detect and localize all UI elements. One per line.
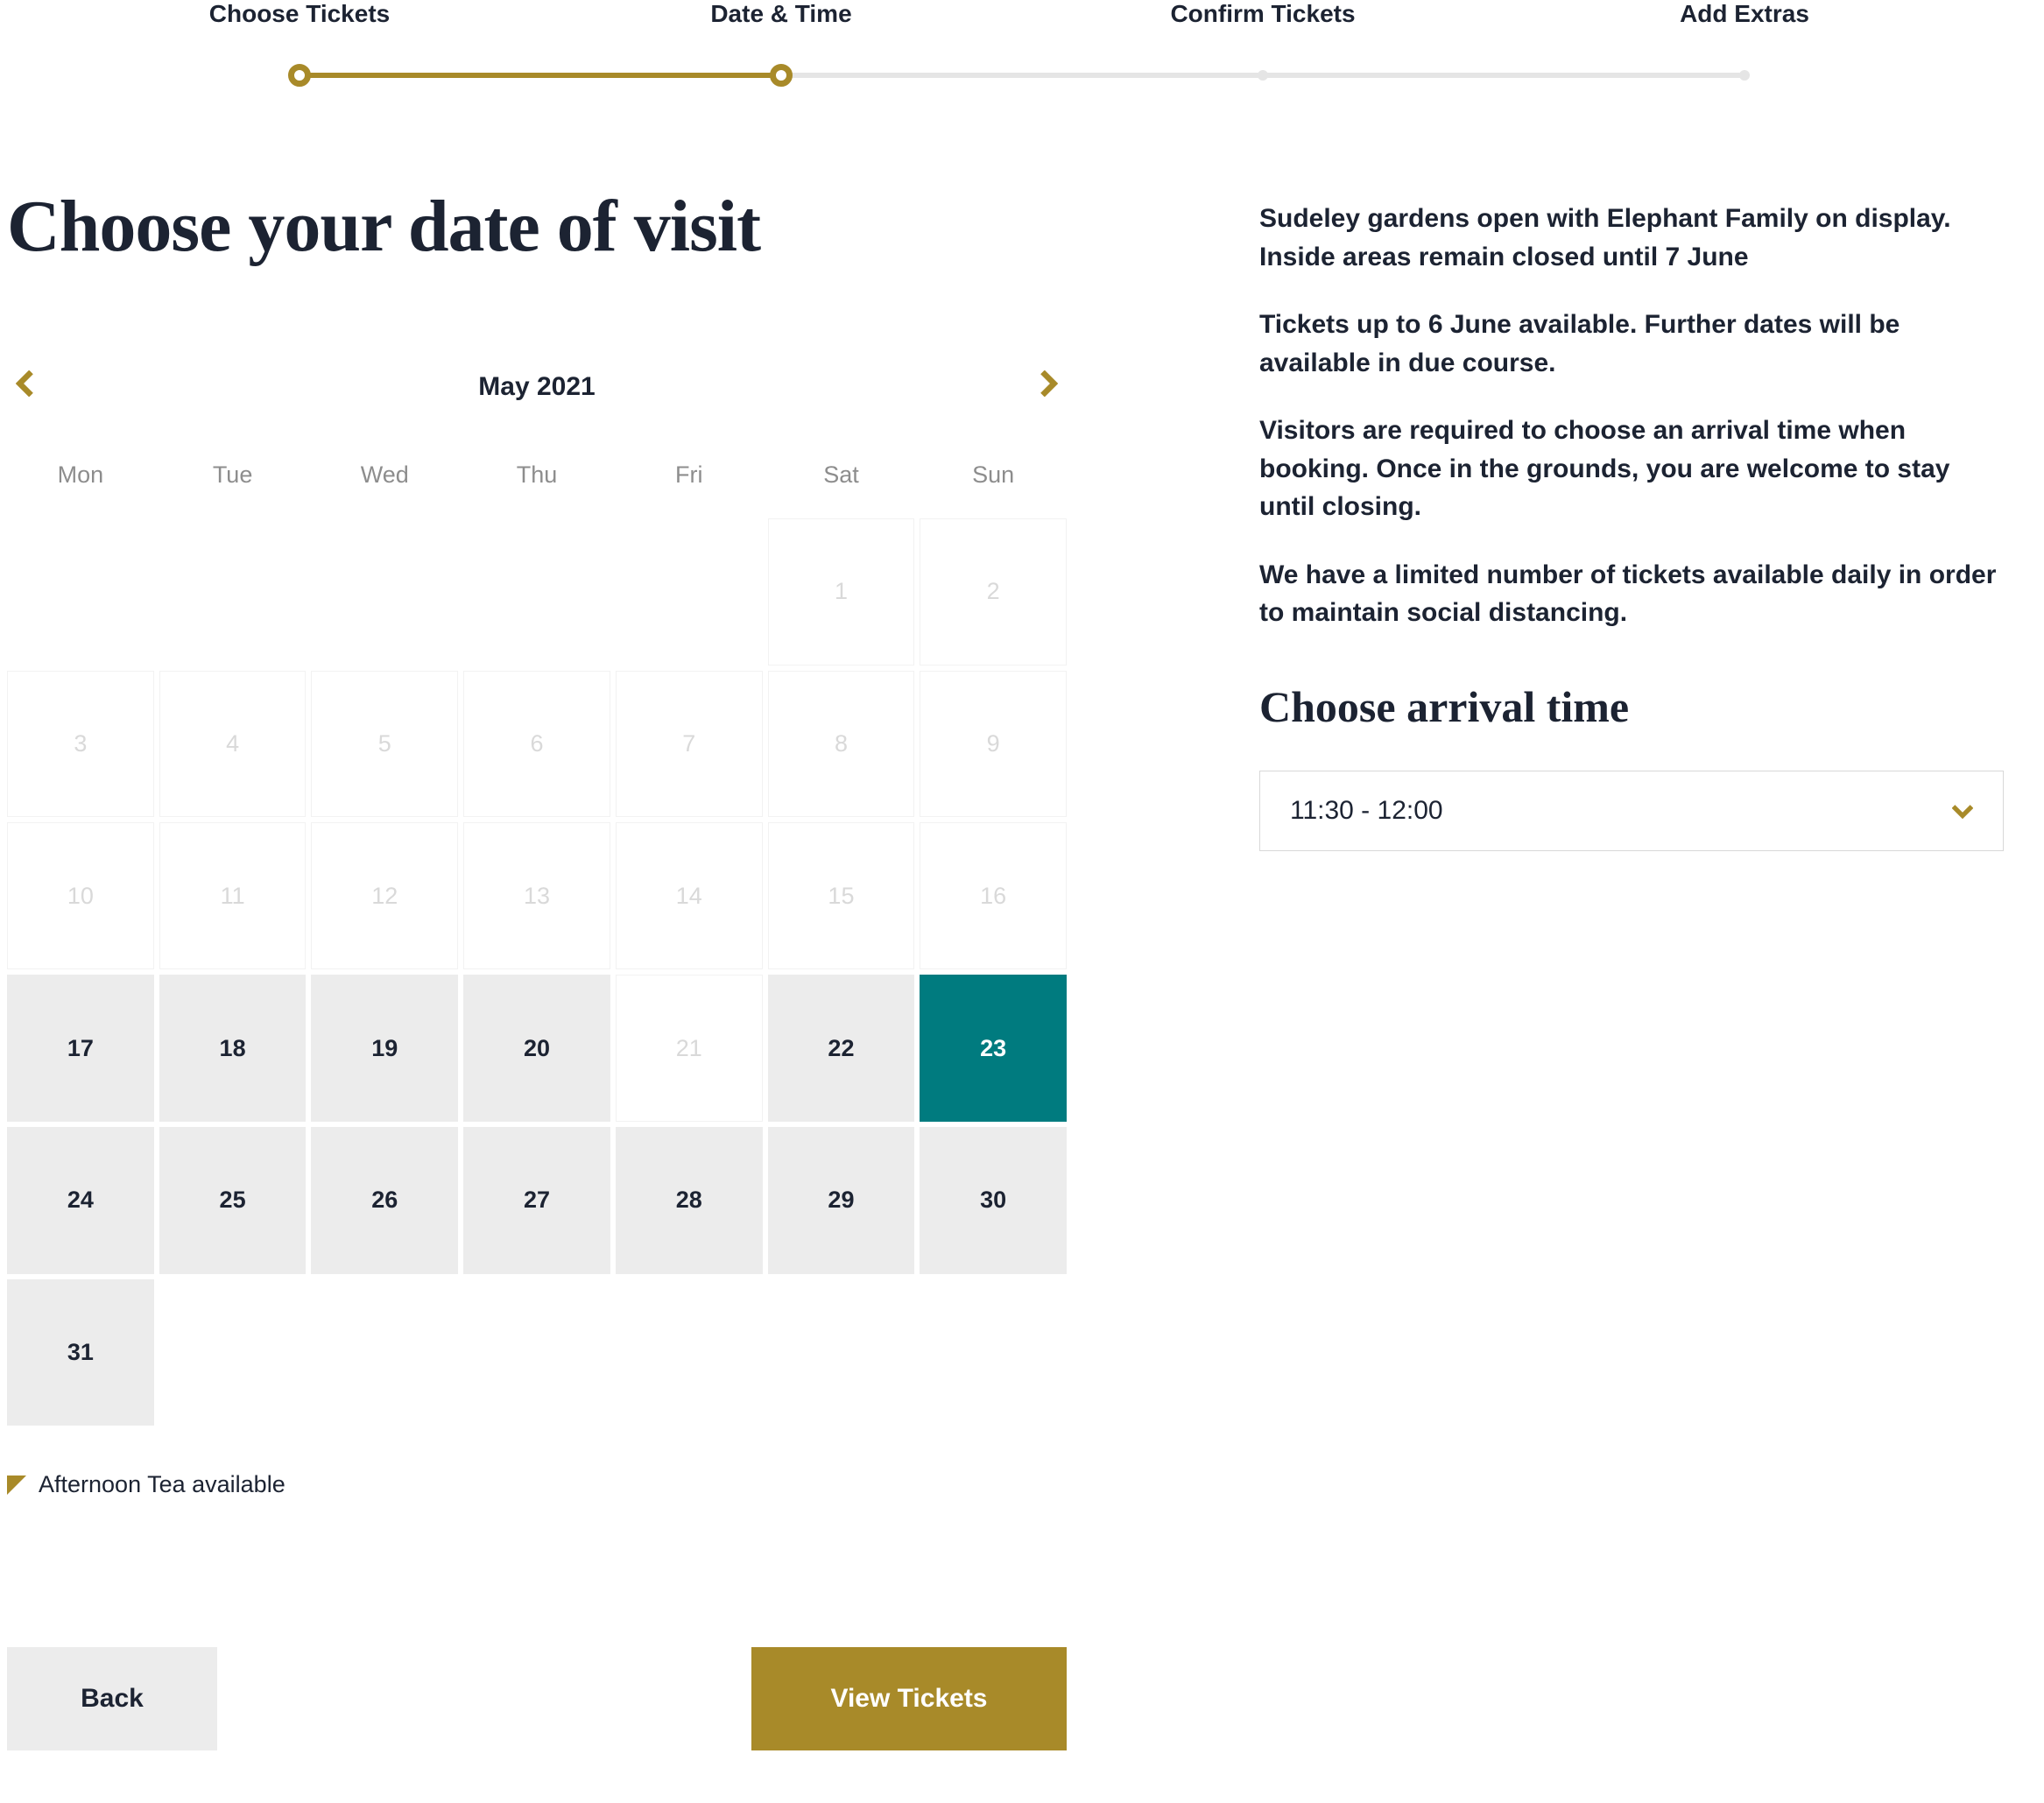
calendar-day-20[interactable]: 20 xyxy=(463,975,610,1122)
step-date-time: Date & Time xyxy=(540,0,1022,28)
calendar-day-29[interactable]: 29 xyxy=(768,1127,915,1274)
calendar-day-13: 13 xyxy=(463,822,610,969)
calendar-day-26[interactable]: 26 xyxy=(311,1127,458,1274)
calendar-month-label: May 2021 xyxy=(478,372,595,402)
calendar-blank xyxy=(311,518,458,666)
calendar-day-8: 8 xyxy=(768,671,915,818)
calendar-day-31[interactable]: 31 xyxy=(7,1279,154,1426)
step-confirm: Confirm Tickets xyxy=(1022,0,1504,28)
calendar-day-24[interactable]: 24 xyxy=(7,1127,154,1274)
step-dot-1 xyxy=(288,64,311,87)
info-paragraph: We have a limited number of tickets avai… xyxy=(1259,556,2004,632)
calendar-day-22[interactable]: 22 xyxy=(768,975,915,1122)
step-dot-4 xyxy=(1739,70,1750,81)
calendar-next-icon[interactable] xyxy=(1032,365,1067,409)
calendar-day-5: 5 xyxy=(311,671,458,818)
calendar-dow: Tue xyxy=(159,461,307,513)
calendar-day-30[interactable]: 30 xyxy=(920,1127,1067,1274)
calendar-day-23[interactable]: 23 xyxy=(920,975,1067,1122)
progress-bar: Choose Tickets Date & Time Confirm Ticke… xyxy=(59,0,1985,79)
calendar-day-14: 14 xyxy=(616,822,763,969)
calendar-day-27[interactable]: 27 xyxy=(463,1127,610,1274)
calendar-dow: Fri xyxy=(616,461,763,513)
info-paragraph: Tickets up to 6 June available. Further … xyxy=(1259,306,2004,382)
calendar-dow: Mon xyxy=(7,461,154,513)
calendar-day-17[interactable]: 17 xyxy=(7,975,154,1122)
calendar-dow: Sun xyxy=(920,461,1067,513)
calendar-day-6: 6 xyxy=(463,671,610,818)
step-dot-2 xyxy=(770,64,793,87)
calendar-day-18[interactable]: 18 xyxy=(159,975,307,1122)
calendar-blank xyxy=(159,518,307,666)
info-paragraph: Sudeley gardens open with Elephant Famil… xyxy=(1259,200,2004,276)
calendar-grid: MonTueWedThuFriSatSun1234567891011121314… xyxy=(7,461,1067,1426)
info-paragraph: Visitors are required to choose an arriv… xyxy=(1259,412,2004,526)
step-dot-3 xyxy=(1258,70,1268,81)
afternoon-tea-icon xyxy=(7,1476,26,1495)
calendar-day-7: 7 xyxy=(616,671,763,818)
page-title: Choose your date of visit xyxy=(7,184,1067,269)
calendar-day-2: 2 xyxy=(920,518,1067,666)
calendar-day-3: 3 xyxy=(7,671,154,818)
step-choose-tickets: Choose Tickets xyxy=(59,0,540,28)
calendar-day-9: 9 xyxy=(920,671,1067,818)
calendar-blank xyxy=(463,518,610,666)
calendar-blank xyxy=(616,518,763,666)
calendar-prev-icon[interactable] xyxy=(7,365,42,409)
step-add-extras: Add Extras xyxy=(1504,0,1985,28)
calendar-day-19[interactable]: 19 xyxy=(311,975,458,1122)
arrival-time-value: 11:30 - 12:00 xyxy=(1290,796,1443,826)
calendar-day-15: 15 xyxy=(768,822,915,969)
calendar-day-4: 4 xyxy=(159,671,307,818)
calendar-day-16: 16 xyxy=(920,822,1067,969)
calendar-day-28[interactable]: 28 xyxy=(616,1127,763,1274)
view-tickets-button[interactable]: View Tickets xyxy=(751,1647,1067,1750)
calendar-day-10: 10 xyxy=(7,822,154,969)
calendar-day-12: 12 xyxy=(311,822,458,969)
calendar-day-21: 21 xyxy=(616,975,763,1122)
back-button[interactable]: Back xyxy=(7,1647,217,1750)
calendar-day-1: 1 xyxy=(768,518,915,666)
calendar-dow: Thu xyxy=(463,461,610,513)
legend: Afternoon Tea available xyxy=(7,1471,1067,1498)
legend-label: Afternoon Tea available xyxy=(39,1471,285,1498)
info-text: Sudeley gardens open with Elephant Famil… xyxy=(1259,200,2004,632)
calendar-dow: Wed xyxy=(311,461,458,513)
calendar-day-11: 11 xyxy=(159,822,307,969)
arrival-time-select[interactable]: 11:30 - 12:00 xyxy=(1259,771,2004,851)
chevron-down-icon xyxy=(1952,797,1973,825)
calendar-blank xyxy=(7,518,154,666)
calendar-dow: Sat xyxy=(768,461,915,513)
calendar-day-25[interactable]: 25 xyxy=(159,1127,307,1274)
arrival-time-heading: Choose arrival time xyxy=(1259,681,2004,732)
